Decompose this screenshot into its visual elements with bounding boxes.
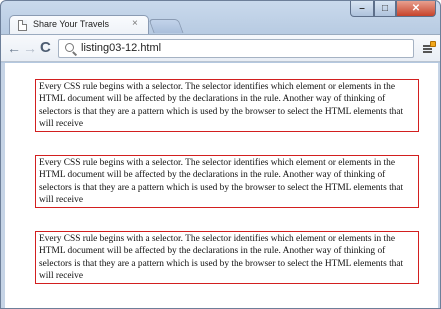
- paragraph-box: Every CSS rule begins with a selector. T…: [35, 231, 419, 285]
- close-button[interactable]: ✕: [396, 1, 436, 17]
- url-text[interactable]: listing03-12.html: [81, 42, 161, 54]
- tab-share-your-travels[interactable]: Share Your Travels ×: [9, 15, 149, 35]
- minimize-button[interactable]: –: [350, 1, 374, 17]
- address-bar[interactable]: listing03-12.html: [58, 39, 414, 58]
- back-arrow-icon[interactable]: ←: [7, 40, 21, 56]
- tab-strip: Share Your Travels × – □ ✕: [1, 1, 440, 35]
- tab-close-icon[interactable]: ×: [132, 18, 138, 30]
- tab-title: Share Your Travels: [33, 19, 110, 29]
- browser-window: Share Your Travels × – □ ✕ ← → C listing…: [0, 0, 441, 309]
- page-viewport: Every CSS rule begins with a selector. T…: [1, 63, 440, 308]
- paragraph-box: Every CSS rule begins with a selector. T…: [35, 155, 419, 209]
- reload-icon[interactable]: C: [40, 40, 51, 56]
- menu-icon[interactable]: [423, 41, 436, 55]
- window-controls: – □ ✕: [350, 1, 436, 19]
- forward-arrow-icon[interactable]: →: [23, 40, 37, 56]
- paragraph-box: Every CSS rule begins with a selector. T…: [35, 79, 419, 133]
- search-icon: [65, 43, 74, 52]
- page-icon: [18, 20, 27, 31]
- maximize-button[interactable]: □: [374, 1, 396, 17]
- browser-toolbar: ← → C listing03-12.html: [1, 34, 440, 62]
- new-tab-button[interactable]: [148, 19, 184, 33]
- update-badge-icon: [430, 41, 436, 47]
